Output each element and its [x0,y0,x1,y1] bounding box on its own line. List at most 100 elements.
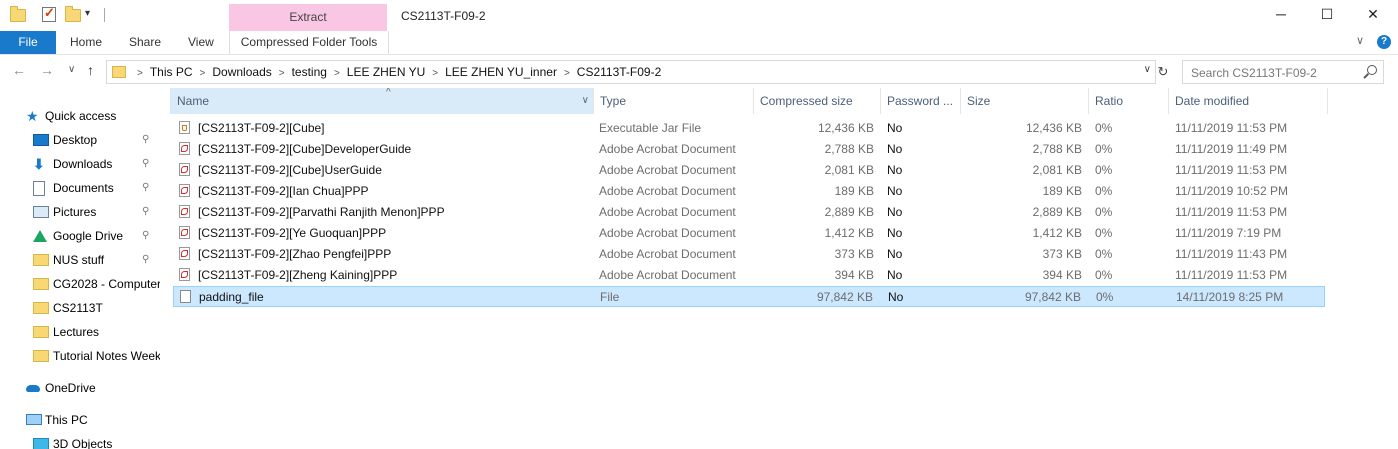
cell-password: No [887,184,903,198]
sidebar-item-documents[interactable]: Documents ⚲ [0,177,160,199]
table-row[interactable]: [CS2113T-F09-2][Ian Chua]PPP Adobe Acroba… [173,181,1325,202]
pin-icon[interactable]: ⚲ [142,153,149,175]
tab-view[interactable]: View [188,31,214,54]
chevron-down-icon[interactable]: ∨ [582,88,589,114]
cell-name[interactable]: padding_file [199,287,264,308]
sidebar-item-pictures[interactable]: Pictures ⚲ [0,201,160,223]
sidebar-item-cs2113t[interactable]: CS2113T [0,297,160,319]
pdf-file-icon [179,205,190,218]
cell-compressed: 12,436 KB [817,121,874,135]
minimize-button[interactable]: ─ [1258,0,1304,31]
new-folder-icon[interactable] [65,6,81,22]
title-bar: ▾ Extract CS2113T-F09-2 ─ ☐ ✕ [0,0,1398,31]
extract-context-header[interactable]: Extract [229,4,387,31]
sidebar-item-nus-stuff[interactable]: NUS stuff ⚲ [0,249,160,271]
expand-ribbon-icon[interactable]: ∨ [1356,34,1364,47]
sidebar-item-desktop[interactable]: Desktop ⚲ [0,129,160,151]
column-header-ratio[interactable]: Ratio [1089,88,1169,114]
refresh-button[interactable]: ↻ [1155,61,1171,83]
cell-name[interactable]: [CS2113T-F09-2][Zheng Kaining]PPP [198,265,397,286]
column-header-size[interactable]: Size [961,88,1089,114]
sidebar-item-downloads[interactable]: ⬇ Downloads ⚲ [0,153,160,175]
table-row[interactable]: [CS2113T-F09-2][Cube]DeveloperGuide Adobe… [173,139,1325,160]
sidebar-item-quick-access[interactable]: ★ Quick access [0,105,160,127]
table-row[interactable]: [CS2113T-F09-2][Zheng Kaining]PPP Adobe A… [173,265,1325,286]
properties-check-icon[interactable] [42,5,56,22]
column-header-type[interactable]: Type [594,88,754,114]
address-bar[interactable]: > This PC > Downloads > testing > LEE ZHEN YU > L… [106,60,1156,84]
pin-icon[interactable]: ⚲ [142,249,149,271]
search-input[interactable] [1189,64,1363,81]
breadcrumb-separator-icon[interactable]: > [279,68,285,79]
breadcrumb-separator-icon[interactable]: > [432,68,438,79]
sidebar-item-google-drive[interactable]: Google Drive ⚲ [0,225,160,247]
desktop-icon [33,134,49,146]
cell-ratio: 0% [1095,163,1113,177]
tab-home[interactable]: Home [70,31,102,54]
pin-icon[interactable]: ⚲ [142,225,149,247]
breadcrumb-item[interactable]: testing [292,65,327,79]
column-header-name[interactable]: Name ^ ∨ [170,88,594,114]
tab-share[interactable]: Share [129,31,161,54]
back-button[interactable]: ← [12,62,26,78]
sidebar-item-onedrive[interactable]: OneDrive [0,377,160,399]
breadcrumb-item[interactable]: Downloads [212,65,271,79]
cell-ratio: 0% [1095,226,1113,240]
pdf-file-icon [179,226,190,239]
breadcrumb-item[interactable]: LEE ZHEN YU_inner [445,65,557,79]
file-tab[interactable]: File [0,31,56,54]
address-bar-row: ← → ∨ ↑ > This PC > Downloads > testing > LEE Z… [0,58,1398,86]
breadcrumb-separator-icon[interactable]: > [137,68,143,79]
cell-name[interactable]: [CS2113T-F09-2][Cube] [198,118,325,139]
sidebar-item-this-pc[interactable]: This PC [0,409,160,431]
breadcrumb-item[interactable]: CS2113T-F09-2 [577,65,662,79]
cell-name[interactable]: [CS2113T-F09-2][Zhao Pengfei]PPP [198,244,391,265]
sidebar-item-label: Pictures [53,205,97,219]
cell-name[interactable]: [CS2113T-F09-2][Cube]UserGuide [198,160,382,181]
customize-toolbar-icon[interactable]: ▾ [85,8,90,19]
breadcrumb-item[interactable]: This PC [150,65,193,79]
search-box[interactable] [1182,60,1384,84]
table-row[interactable]: [CS2113T-F09-2][Cube] Executable Jar File… [173,118,1325,139]
forward-button[interactable]: → [40,62,54,78]
folder-icon [112,66,126,78]
table-row[interactable]: [CS2113T-F09-2][Parvathi Ranjith Menon]P… [173,202,1325,223]
cell-date: 11/11/2019 10:52 PM [1175,184,1288,198]
address-dropdown-icon[interactable]: ∨ [1144,64,1151,75]
sidebar-item-tutorial-notes-week[interactable]: Tutorial Notes Week [0,345,160,367]
table-row[interactable]: [CS2113T-F09-2][Ye Guoquan]PPP Adobe Acro… [173,223,1325,244]
table-row[interactable]: [CS2113T-F09-2][Zhao Pengfei]PPP Adobe Ac… [173,244,1325,265]
cell-name[interactable]: [CS2113T-F09-2][Ye Guoquan]PPP [198,223,386,244]
breadcrumb-separator-icon[interactable]: > [334,68,340,79]
column-header-compressed-size[interactable]: Compressed size [754,88,881,114]
cell-date: 11/11/2019 11:49 PM [1175,142,1288,156]
maximize-button[interactable]: ☐ [1304,0,1350,31]
sidebar-item-label: OneDrive [45,381,96,395]
search-icon[interactable] [1367,65,1377,75]
sidebar-item-3d-objects[interactable]: 3D Objects [0,433,160,449]
table-row[interactable]: padding_file File 97,842 KB No 97,842 KB 0% 14… [173,286,1325,307]
sidebar-item-cg2028-computer[interactable]: CG2028 - Computer [0,273,160,295]
pin-icon[interactable]: ⚲ [142,201,149,223]
folder-shortcut-icon [33,350,49,362]
column-header-date-modified[interactable]: Date modified [1169,88,1328,114]
up-button[interactable]: ↑ [87,62,94,78]
pin-icon[interactable]: ⚲ [142,177,149,199]
breadcrumb-separator-icon[interactable]: > [200,68,206,79]
column-header-password[interactable]: Password ... [881,88,961,114]
tab-compressed-folder-tools[interactable]: Compressed Folder Tools [229,31,389,54]
table-row[interactable]: [CS2113T-F09-2][Cube]UserGuide Adobe Acro… [173,160,1325,181]
sidebar-item-lectures[interactable]: Lectures [0,321,160,343]
cell-name[interactable]: [CS2113T-F09-2][Ian Chua]PPP [198,181,369,202]
cell-type: Adobe Acrobat Document [599,226,736,240]
folder-icon[interactable] [10,6,26,22]
breadcrumb-separator-icon[interactable]: > [564,68,570,79]
cell-name[interactable]: [CS2113T-F09-2][Cube]DeveloperGuide [198,139,411,160]
cell-name[interactable]: [CS2113T-F09-2][Parvathi Ranjith Menon]P… [198,202,445,223]
pin-icon[interactable]: ⚲ [142,129,149,151]
recent-locations-button[interactable]: ∨ [68,64,75,75]
close-button[interactable]: ✕ [1350,0,1396,31]
help-icon[interactable]: ? [1377,35,1391,49]
folder-shortcut-icon [33,326,49,338]
breadcrumb-item[interactable]: LEE ZHEN YU [347,65,425,79]
